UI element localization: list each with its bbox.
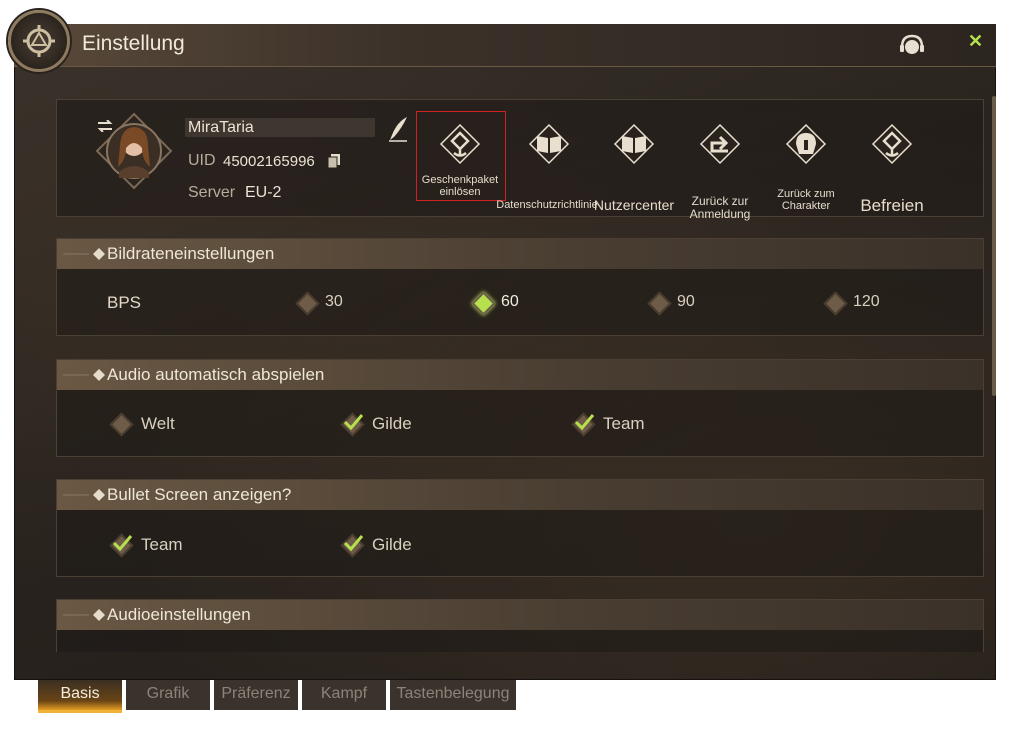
ornament-icon (63, 489, 105, 501)
ornament-icon (63, 369, 105, 381)
section-header: Audioeinstellungen (57, 600, 983, 630)
checkbox-label: Welt (141, 414, 175, 433)
tab-tastenbelegung[interactable]: Tastenbelegung (390, 680, 516, 710)
action-label: Zurück zur Anmeldung (689, 194, 751, 221)
section-header: Bildrateneinstellungen (57, 239, 983, 269)
checkbox-label: Gilde (372, 414, 412, 433)
action-label: Nutzercenter (593, 197, 675, 213)
section-header: Audio automatisch abspielen (57, 360, 983, 390)
close-icon[interactable]: ✕ (968, 31, 983, 52)
action-label: Geschenkpaket einlösen (421, 174, 499, 198)
section-title: Bildrateneinstellungen (107, 244, 275, 263)
server-value: EU-2 (245, 184, 282, 201)
title-bar: Einstellung (14, 24, 996, 67)
profile-panel: MiraTaria UID 45002165996 Server EU-2 Ge… (56, 99, 984, 221)
section-header: Bullet Screen anzeigen? (57, 480, 983, 510)
checkmark-icon (343, 535, 364, 552)
return-arrow-icon (699, 123, 741, 165)
radio-diamond-icon (647, 291, 672, 316)
customer-service-icon[interactable] (898, 33, 926, 59)
tab-grafik[interactable]: Grafik (126, 680, 210, 710)
bullet-team-checkbox[interactable]: Team (109, 533, 199, 558)
tab-label: Tastenbelegung (396, 685, 510, 702)
uid-value: 45002165996 (223, 153, 315, 170)
radio-diamond-selected-icon (471, 291, 496, 316)
tab-label: Basis (60, 685, 100, 702)
tab-label: Kampf (320, 685, 368, 702)
framerate-section: Bildrateneinstellungen BPS 30 60 90 120 (56, 238, 984, 336)
checkbox-label: Gilde (372, 535, 412, 554)
checkmark-icon (343, 414, 364, 431)
checkbox-label: Team (603, 414, 645, 433)
open-book-icon (613, 123, 655, 165)
section-title: Bullet Screen anzeigen? (107, 485, 292, 504)
audio-settings-section: Audioeinstellungen (56, 599, 984, 652)
window-title: Einstellung (82, 32, 185, 55)
checkbox-diamond-icon (109, 412, 134, 437)
checkbox-label: Team (141, 535, 183, 554)
action-label: Befreien (860, 196, 924, 215)
fps-option-30[interactable]: 30 (295, 291, 355, 316)
fps-option-60[interactable]: 60 (471, 291, 531, 316)
radio-diamond-icon (295, 291, 320, 316)
tab-praeferenz[interactable]: Präferenz (214, 680, 298, 710)
section-title: Audio automatisch abspielen (107, 365, 325, 384)
checkmark-icon (112, 535, 133, 552)
helmet-icon (785, 123, 827, 165)
copy-icon[interactable] (328, 154, 340, 168)
autoplay-section: Audio automatisch abspielen Welt Gilde T… (56, 359, 984, 457)
quill-edit-icon[interactable] (387, 116, 409, 142)
checkmark-icon (574, 414, 595, 431)
fps-option-label: 120 (853, 293, 880, 310)
radio-diamond-icon (823, 291, 848, 316)
gift-rune-icon (439, 123, 481, 165)
server-label: Server (188, 184, 236, 201)
fps-option-label: 90 (677, 293, 695, 310)
scrollbar[interactable] (992, 96, 996, 396)
ornament-icon (63, 248, 105, 260)
section-title: Audioeinstellungen (107, 605, 251, 624)
tab-basis[interactable]: Basis (38, 680, 122, 713)
fps-option-90[interactable]: 90 (647, 291, 707, 316)
bps-label: BPS (107, 293, 142, 312)
tab-label: Präferenz (221, 685, 291, 702)
gear-icon (23, 25, 55, 57)
action-label: Zurück zum Charakter (777, 188, 835, 212)
settings-window: Einstellung MiraTaria UID 45002165996 Se… (14, 24, 996, 680)
fps-option-label: 60 (501, 293, 519, 310)
bullet-gilde-checkbox[interactable]: Gilde (340, 533, 430, 558)
autoplay-gilde-checkbox[interactable]: Gilde (340, 412, 430, 437)
character-name: MiraTaria (188, 119, 254, 136)
tab-label: Grafik (146, 685, 190, 702)
autoplay-welt-checkbox[interactable]: Welt (109, 412, 199, 437)
bullet-screen-section: Bullet Screen anzeigen? Team Gilde (56, 479, 984, 577)
uid-label: UID (188, 152, 216, 169)
open-book-icon (528, 123, 570, 165)
unstuck-rune-icon (871, 123, 913, 165)
switch-character-icon[interactable] (97, 120, 113, 132)
settings-emblem (8, 10, 70, 72)
ornament-icon (63, 609, 105, 621)
autoplay-team-checkbox[interactable]: Team (571, 412, 661, 437)
tab-kampf[interactable]: Kampf (302, 680, 386, 710)
fps-option-120[interactable]: 120 (823, 291, 893, 316)
fps-option-label: 30 (325, 293, 343, 310)
